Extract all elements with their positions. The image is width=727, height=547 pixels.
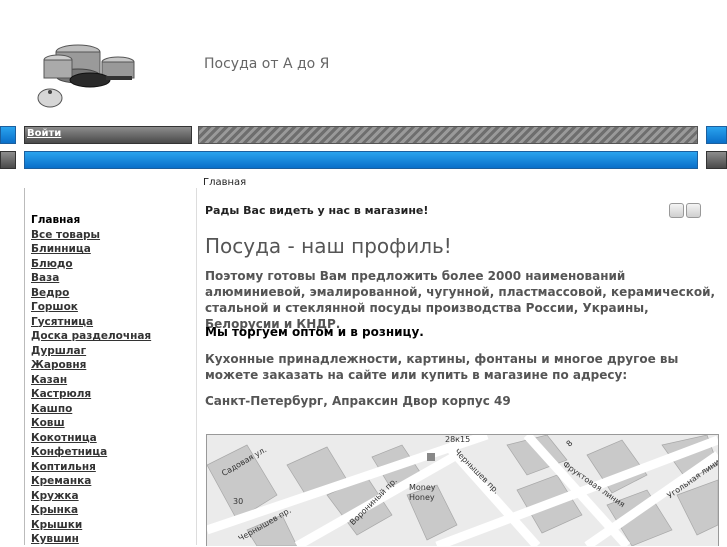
sidebar-item-all-products[interactable]: Все товары	[31, 228, 196, 243]
breadcrumb: Главная	[203, 177, 247, 188]
intro-paragraph: Поэтому готовы Вам предложить более 2000…	[205, 269, 716, 331]
sidebar-item-gorshok[interactable]: Горшок	[31, 300, 196, 315]
sidebar-item-kovsh[interactable]: Ковш	[31, 416, 196, 431]
sidebar-item-kryshki[interactable]: Крышки	[31, 518, 196, 533]
logo-cookware-image[interactable]	[28, 30, 144, 112]
sidebar-item-konfetnitsa[interactable]: Конфетница	[31, 445, 196, 460]
sidebar-category-list: Главная Все товары Блинница Блюдо Ваза В…	[31, 213, 196, 547]
sidebar-divider	[24, 188, 25, 545]
welcome-text: Рады Вас видеть у нас в магазине!	[205, 204, 429, 217]
sidebar-item-cutting-board[interactable]: Доска разделочная	[31, 329, 196, 344]
sidebar-item-blyudo[interactable]: Блюдо	[31, 257, 196, 272]
map-label-number-30: 30	[233, 497, 244, 506]
subnav-bar	[24, 151, 698, 169]
map-label-28k15: 28к15	[445, 435, 471, 444]
location-map[interactable]: Садовая ул. Чернышев пр. Чернышев пр. Во…	[206, 434, 719, 546]
sidebar-item-gusyatnitsa[interactable]: Гусятница	[31, 315, 196, 330]
sidebar-item-zharovnya[interactable]: Жаровня	[31, 358, 196, 373]
sidebar-item-kokotnitsa[interactable]: Кокотница	[31, 431, 196, 446]
wholesale-retail-text: Мы торгуем оптом и в розницу.	[205, 325, 424, 339]
site-title: Посуда от А до Я	[204, 56, 330, 72]
sidebar-item-vedro[interactable]: Ведро	[31, 286, 196, 301]
nav-bar-right-edge	[706, 126, 727, 144]
login-link[interactable]: Войти	[27, 128, 61, 139]
content-divider	[196, 188, 197, 545]
map-label-honey: Honey	[409, 493, 435, 502]
nav-bar-left-edge	[0, 126, 16, 144]
sidebar-item-koptilnya[interactable]: Коптильня	[31, 460, 196, 475]
nav-bar-striped-section	[198, 126, 698, 144]
sidebar-item-krynka[interactable]: Крынка	[31, 503, 196, 518]
sidebar-item-kashpo[interactable]: Кашпо	[31, 402, 196, 417]
accessories-paragraph: Кухонные принадлежности, картины, фонтан…	[205, 352, 679, 382]
sidebar-item-kremanka[interactable]: Креманка	[31, 474, 196, 489]
subnav-bar-right-edge	[706, 151, 727, 169]
sidebar-item-kastryulya[interactable]: Кастрюля	[31, 387, 196, 402]
sidebar-item-vaza[interactable]: Ваза	[31, 271, 196, 286]
print-icon[interactable]	[669, 203, 684, 218]
store-address: Санкт-Петербург, Апраксин Двор корпус 49	[205, 394, 511, 408]
sidebar-item-kruzhka[interactable]: Кружка	[31, 489, 196, 504]
sidebar-item-kazan[interactable]: Казан	[31, 373, 196, 388]
page-actions	[667, 203, 701, 222]
map-label-money: Money	[409, 483, 436, 492]
email-icon[interactable]	[686, 203, 701, 218]
sidebar-item-blinnitsa[interactable]: Блинница	[31, 242, 196, 257]
sidebar-item-kuvshin[interactable]: Кувшин	[31, 532, 196, 547]
sidebar-item-colander[interactable]: Дуршлаг	[31, 344, 196, 359]
page-heading: Посуда - наш профиль!	[205, 234, 452, 258]
subnav-bar-left-edge	[0, 151, 16, 169]
sidebar-item-home[interactable]: Главная	[31, 213, 196, 228]
